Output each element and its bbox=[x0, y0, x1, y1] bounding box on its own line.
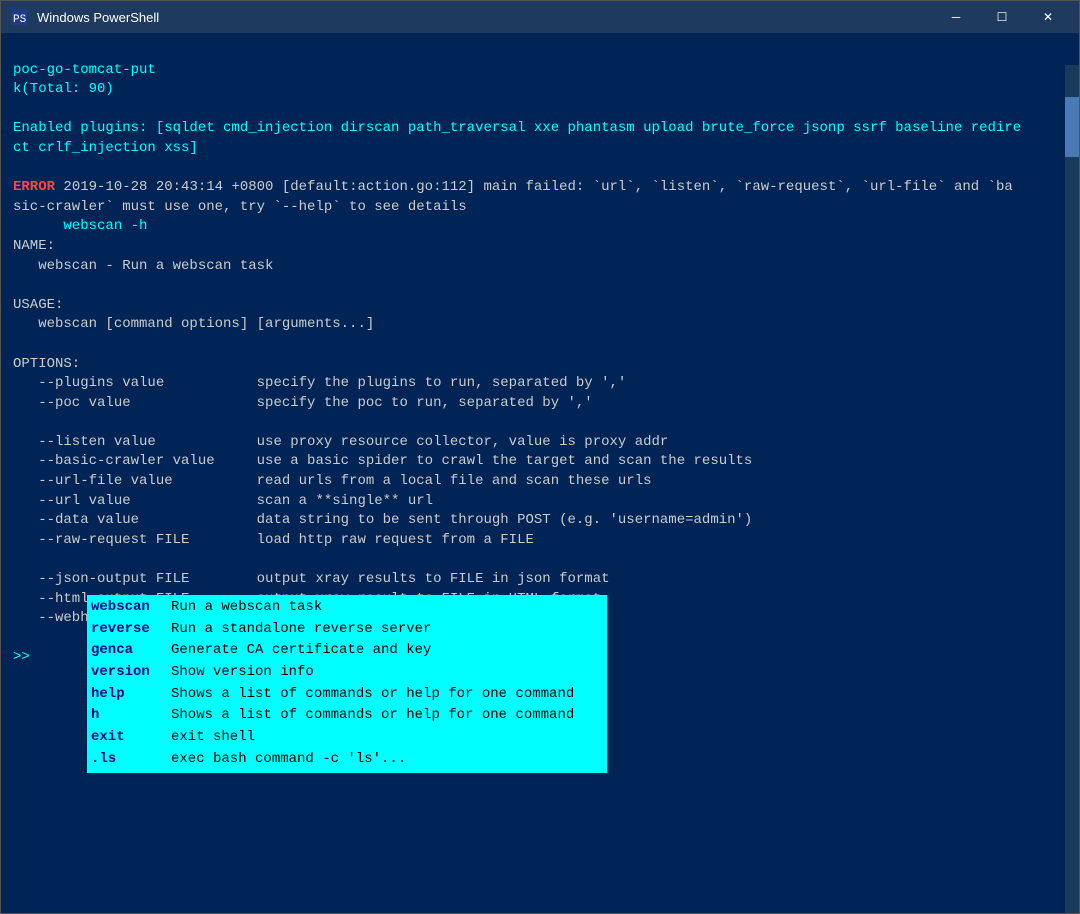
cmd-exit: exit bbox=[91, 727, 171, 749]
autocomplete-item-genca[interactable]: genca Generate CA certificate and key bbox=[87, 640, 607, 662]
error-label: ERROR bbox=[13, 179, 55, 195]
scrollbar-thumb[interactable] bbox=[1065, 97, 1079, 157]
output-line-2: k(Total: 90) bbox=[13, 81, 114, 97]
powershell-icon: PS bbox=[9, 7, 29, 27]
usage-desc: webscan [command options] [arguments...] bbox=[13, 316, 374, 332]
window-controls: ─ ☐ ✕ bbox=[933, 1, 1071, 33]
options-header: OPTIONS: bbox=[13, 356, 80, 372]
terminal-output: poc-go-tomcat-put k(Total: 90) Enabled p… bbox=[13, 41, 1067, 688]
option4: --basic-crawler value use a basic spider… bbox=[13, 453, 752, 469]
option3: --listen value use proxy resource collec… bbox=[13, 434, 668, 450]
name-header: NAME: bbox=[13, 238, 55, 254]
cmd-ls: .ls bbox=[91, 749, 171, 771]
desc-help: Shows a list of commands or help for one… bbox=[171, 684, 574, 706]
powershell-window: PS Windows PowerShell ─ ☐ ✕ poc-go-tomca… bbox=[0, 0, 1080, 914]
close-button[interactable]: ✕ bbox=[1025, 1, 1071, 33]
option9: --json-output FILE output xray results t… bbox=[13, 571, 610, 587]
autocomplete-item-webscan[interactable]: webscan Run a webscan task bbox=[87, 597, 607, 619]
desc-webscan: Run a webscan task bbox=[171, 597, 322, 619]
cmd-reverse: reverse bbox=[91, 619, 171, 641]
option6: --url value scan a **single** url bbox=[13, 493, 433, 509]
desc-exit: exit shell bbox=[171, 727, 255, 749]
error-msg: 2019-10-28 20:43:14 +0800 [default:actio… bbox=[55, 179, 1013, 195]
cmd-help: help bbox=[91, 684, 171, 706]
cmd-version: version bbox=[91, 662, 171, 684]
output-line-1: poc-go-tomcat-put bbox=[13, 62, 156, 78]
option1: --plugins value specify the plugins to r… bbox=[13, 375, 626, 391]
cmd-webscan: webscan bbox=[91, 597, 171, 619]
error-msg2: sic-crawler` must use one, try `--help` … bbox=[13, 199, 467, 215]
svg-text:PS: PS bbox=[13, 14, 27, 25]
autocomplete-item-reverse[interactable]: reverse Run a standalone reverse server bbox=[87, 619, 607, 641]
cmd-line: webscan -h bbox=[13, 218, 147, 234]
cmd-genca: genca bbox=[91, 640, 171, 662]
terminal-area[interactable]: poc-go-tomcat-put k(Total: 90) Enabled p… bbox=[1, 33, 1079, 913]
window-title: Windows PowerShell bbox=[37, 10, 933, 25]
option8: --raw-request FILE load http raw request… bbox=[13, 532, 534, 548]
autocomplete-item-h[interactable]: h Shows a list of commands or help for o… bbox=[87, 705, 607, 727]
enabled-plugins-line: Enabled plugins: [sqldet cmd_injection d… bbox=[13, 120, 1021, 136]
desc-version: Show version info bbox=[171, 662, 314, 684]
autocomplete-item-version[interactable]: version Show version info bbox=[87, 662, 607, 684]
desc-h: Shows a list of commands or help for one… bbox=[171, 705, 574, 727]
titlebar: PS Windows PowerShell ─ ☐ ✕ bbox=[1, 1, 1079, 33]
minimize-button[interactable]: ─ bbox=[933, 1, 979, 33]
autocomplete-item-ls[interactable]: .ls exec bash command -c 'ls'... bbox=[87, 749, 607, 771]
autocomplete-item-help[interactable]: help Shows a list of commands or help fo… bbox=[87, 684, 607, 706]
cmd-h: h bbox=[91, 705, 171, 727]
desc-genca: Generate CA certificate and key bbox=[171, 640, 431, 662]
autocomplete-dropdown[interactable]: webscan Run a webscan task reverse Run a… bbox=[87, 595, 607, 773]
scrollbar-track bbox=[1065, 65, 1079, 913]
option7: --data value data string to be sent thro… bbox=[13, 512, 752, 528]
name-desc: webscan - Run a webscan task bbox=[13, 258, 273, 274]
enabled-plugins-line2: ct crlf_injection xss] bbox=[13, 140, 198, 156]
desc-reverse: Run a standalone reverse server bbox=[171, 619, 431, 641]
option5: --url-file value read urls from a local … bbox=[13, 473, 652, 489]
restore-button[interactable]: ☐ bbox=[979, 1, 1025, 33]
option2: --poc value specify the poc to run, sepa… bbox=[13, 395, 593, 411]
autocomplete-item-exit[interactable]: exit exit shell bbox=[87, 727, 607, 749]
prompt-line: >> bbox=[13, 649, 30, 665]
desc-ls: exec bash command -c 'ls'... bbox=[171, 749, 406, 771]
usage-header: USAGE: bbox=[13, 297, 63, 313]
